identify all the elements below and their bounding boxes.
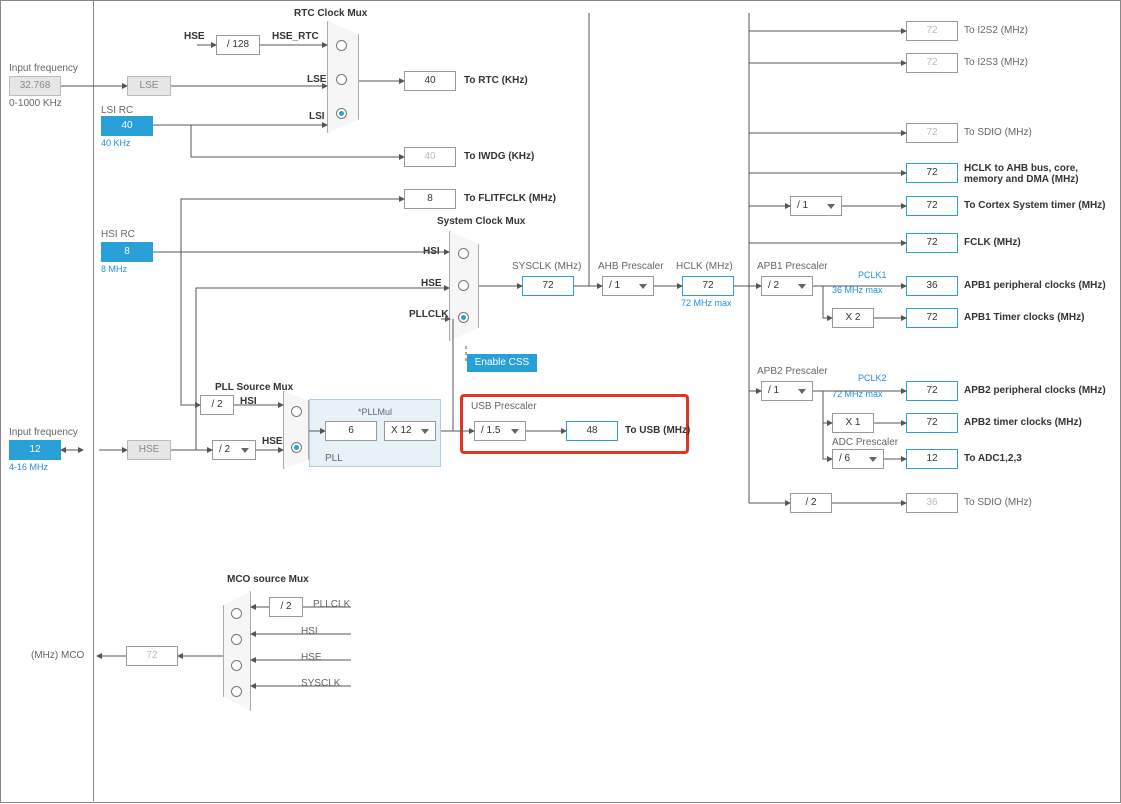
wires-overlay — [1, 1, 1121, 804]
clock-config-canvas: Input frequency 32.768 0-1000 KHz LSE LS… — [0, 0, 1121, 803]
